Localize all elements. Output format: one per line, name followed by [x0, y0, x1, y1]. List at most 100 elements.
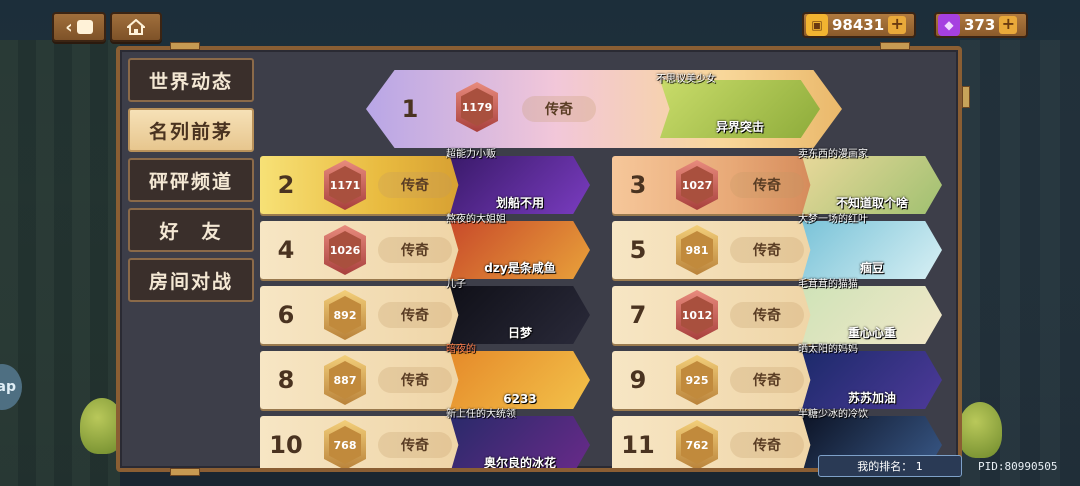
card-title: 苏苏加油	[847, 391, 896, 405]
player-name: 晒太阳的妈妈	[798, 344, 858, 355]
player-name: 毛茸茸的猫猫	[798, 279, 858, 290]
rank-number: 4	[277, 236, 295, 264]
home-button[interactable]	[110, 12, 162, 42]
rank-number: 9	[629, 366, 647, 394]
player-name: 儿子	[446, 279, 466, 290]
leaderboard-row[interactable]: 9 925 传奇 苏苏加油 晒太阳的妈妈	[612, 344, 944, 409]
leaderboard-list[interactable]: 1 1179 传奇 异界突击 不思议美少女 2 1171 传奇 划船不用 超能力…	[260, 56, 956, 468]
player-name: 超能力小贩	[446, 149, 496, 160]
leaderboard-row[interactable]: 2 1171 传奇 划船不用 超能力小贩	[260, 149, 592, 214]
player-name: 不思议美少女	[656, 74, 716, 85]
score-value: 1027	[681, 166, 713, 204]
rank-number: 3	[629, 171, 647, 199]
tab-room-battle[interactable]: 房间对战	[128, 258, 254, 302]
score-value: 981	[681, 231, 713, 269]
score-value: 892	[329, 296, 361, 334]
score-badge: 1179	[456, 82, 498, 132]
player-name: 大梦一场的红叶	[798, 214, 868, 225]
gem-counter: ◆ 373 +	[934, 12, 1028, 38]
coin-icon: ▣	[806, 14, 828, 36]
leaderboard-first-row[interactable]: 1 1179 传奇 异界突击	[366, 70, 842, 148]
leaderboard-row[interactable]: 3 1027 传奇 不知道取个啥 卖东西的漫画家	[612, 149, 944, 214]
tier-label: 传奇	[730, 367, 804, 393]
card-title: 异界突击	[715, 120, 764, 134]
player-name: 暗夜的	[446, 344, 476, 355]
tier-label: 传奇	[730, 302, 804, 328]
gem-value: 373	[964, 16, 996, 34]
rank-number: 11	[621, 431, 655, 459]
tier-label: 传奇	[378, 302, 452, 328]
card-title: dzy是条咸鱼	[484, 261, 556, 275]
player-name: 半糖少冰的冷饮	[798, 409, 868, 420]
player-id: PID:80990505	[978, 460, 1058, 473]
card-title: 日梦	[507, 326, 532, 340]
score-value: 887	[329, 361, 361, 399]
face-icon	[76, 20, 93, 34]
frame-ornament	[880, 42, 910, 50]
leaderboard-row[interactable]: 7 1012 传奇 重心心重 毛茸茸的猫猫	[612, 279, 944, 344]
back-button[interactable]: ‹	[52, 12, 106, 42]
score-value: 1171	[329, 166, 361, 204]
leaderboard-row[interactable]: 10 768 传奇 奥尔良的冰花 新上任的大统领	[260, 409, 592, 468]
tier-label: 传奇	[378, 367, 452, 393]
tab-world-news[interactable]: 世界动态	[128, 58, 254, 102]
rank-number: 1	[401, 95, 419, 123]
leaderboard-row[interactable]: 8 887 传奇 6233 暗夜的	[260, 344, 592, 409]
card-title: 不知道取个啥	[835, 196, 908, 210]
player-card[interactable]: dzy是条咸鱼	[450, 221, 590, 279]
score-value: 768	[329, 426, 361, 464]
tier-label: 传奇	[378, 237, 452, 263]
score-value: 1179	[461, 88, 493, 126]
sidebar: 世界动态 名列前茅 砰砰频道 好 友 房间对战	[124, 54, 254, 464]
rank-number: 8	[277, 366, 295, 394]
score-value: 762	[681, 426, 713, 464]
player-name: 卖东西的漫画家	[798, 149, 868, 160]
score-value: 925	[681, 361, 713, 399]
player-card[interactable]: 痼豆	[802, 221, 942, 279]
coin-counter: ▣ 98431 +	[802, 12, 916, 38]
tier-label: 传奇	[378, 432, 452, 458]
player-card[interactable]: 重心心重	[802, 286, 942, 344]
player-card[interactable]: 划船不用	[450, 156, 590, 214]
tier-label: 传奇	[378, 172, 452, 198]
rank-number: 5	[629, 236, 647, 264]
home-icon	[127, 19, 145, 35]
leaderboard-panel: 世界动态 名列前茅 砰砰频道 好 友 房间对战 1 1179 传奇 异界突击 不…	[116, 42, 962, 476]
add-coins-button[interactable]: +	[888, 16, 907, 34]
coin-value: 98431	[832, 16, 885, 34]
tab-channel[interactable]: 砰砰频道	[128, 158, 254, 202]
card-title: 奥尔良的冰花	[483, 456, 556, 468]
player-card[interactable]: 6233	[450, 351, 590, 409]
frame-ornament	[170, 42, 200, 50]
rank-number: 6	[277, 301, 295, 329]
rank-number: 2	[277, 171, 295, 199]
tier-label: 传奇	[730, 432, 804, 458]
card-title: 6233	[503, 392, 537, 406]
player-card[interactable]: 不知道取个啥	[802, 156, 942, 214]
player-card[interactable]: 奥尔良的冰花	[450, 416, 590, 468]
player-card[interactable]: 异界突击	[660, 80, 820, 138]
rank-number: 10	[269, 431, 303, 459]
tier-label: 传奇	[522, 96, 596, 122]
card-title: 重心心重	[847, 326, 896, 340]
leaderboard-row[interactable]: 5 981 传奇 痼豆 大梦一场的红叶	[612, 214, 944, 279]
leaderboard-row[interactable]: 6 892 传奇 日梦 儿子	[260, 279, 592, 344]
score-value: 1012	[681, 296, 713, 334]
rank-number: 7	[629, 301, 647, 329]
gem-icon: ◆	[938, 14, 960, 36]
tier-label: 传奇	[730, 237, 804, 263]
player-card[interactable]: 日梦	[450, 286, 590, 344]
my-rank-label: 我的排名： 1	[818, 455, 962, 477]
player-name: 新上任的大统领	[446, 409, 516, 420]
player-card[interactable]: 苏苏加油	[802, 351, 942, 409]
leaderboard-row[interactable]: 4 1026 传奇 dzy是条咸鱼 熬夜的大姐姐	[260, 214, 592, 279]
frame-ornament	[170, 468, 200, 476]
back-arrow-icon: ‹	[65, 16, 73, 38]
tab-friends[interactable]: 好 友	[128, 208, 254, 252]
tier-label: 传奇	[730, 172, 804, 198]
card-title: 划船不用	[495, 196, 544, 210]
add-gems-button[interactable]: +	[999, 16, 1018, 34]
tab-top-ranking[interactable]: 名列前茅	[128, 108, 254, 152]
card-title: 痼豆	[859, 261, 884, 275]
leaf-decoration-right	[958, 402, 1002, 458]
